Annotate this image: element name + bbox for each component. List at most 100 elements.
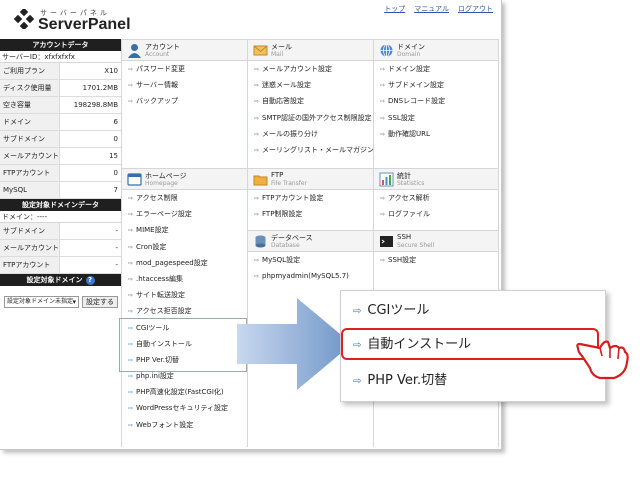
menu-item-pagespeed[interactable]: ⇨ mod_pagespeed設定 [122,255,247,271]
arrow-icon: ⇨ [254,257,260,264]
menu-item-label: 迷惑メール設定 [262,81,312,90]
menu-item-subdomain[interactable]: ⇨ サブドメイン設定 [374,77,498,93]
account-menu: ⇨ パスワード変更 ⇨ サーバー情報 ⇨ バックアップ [122,61,247,168]
domain-menu: ⇨ ドメイン設定 ⇨ サブドメイン設定 ⇨ DNSレコード設定 ⇨ SSL設定 ⇨ 動作確… [374,61,498,168]
arrow-icon: ⇨ [380,98,386,106]
zoom-item-php-version[interactable]: ⇨ PHP Ver.切替 [353,367,447,395]
category-homepage: ホームページ Homepage [122,168,247,190]
manual-link[interactable]: マニュアル [414,4,449,14]
arrow-icon: ⇨ [254,273,260,281]
category-subtitle: Statistics [397,180,425,187]
menu-item-label: FTP制限設定 [262,210,303,219]
arrow-icon: ⇨ [254,82,260,90]
menu-item-label: MySQL設定 [262,256,301,264]
menu-item-web-font[interactable]: ⇨ Webフォント設定 [122,417,247,433]
menu-item-label: サブドメイン設定 [388,81,445,90]
menu-item-htaccess[interactable]: ⇨ .htaccess編集 [122,271,247,287]
menu-item-error-page[interactable]: ⇨ エラーページ設定 [122,206,247,222]
zoom-item-cgi-tool[interactable]: ⇨ CGIツール [353,297,429,325]
menu-item-domain[interactable]: ⇨ ドメイン設定 [374,61,498,77]
folder-icon [253,175,268,186]
set-domain-button[interactable]: 設定する [82,296,118,308]
menu-item-server-info[interactable]: ⇨ サーバー情報 [122,77,247,93]
arrow-icon: ⇨ [128,195,134,202]
menu-item-mail-account[interactable]: ⇨ メールアカウント設定 [248,61,373,77]
serverpanel-logo[interactable]: サーバーパネル ServerPanel [14,6,144,36]
arrow-icon: ⇨ [254,195,260,202]
menu-item-backup[interactable]: ⇨ バックアップ [122,93,247,109]
logo-name: ServerPanel [38,16,131,33]
arrow-icon: ⇨ [128,82,134,90]
target-label: FTPアカウント [0,257,60,273]
arrow-icon: ⇨ [353,340,362,351]
menu-item-ftp-limit[interactable]: ⇨ FTP制限設定 [248,206,373,222]
menu-item-access-analysis[interactable]: ⇨ アクセス解析 [374,190,498,206]
arrow-icon: ⇨ [353,376,362,387]
category-ftp: FTP File Transfer [248,168,373,190]
database-icon [255,235,266,248]
category-domain: ドメイン Domain [374,39,498,61]
category-title: SSH [397,233,412,241]
stat-value: 0 [113,169,118,177]
database-menu: ⇨ MySQL設定 ⇨ phpmyadmin(MySQL5.7) [248,252,373,284]
menu-item-label: SMTP認証の国外アクセス制限設定 [262,113,372,122]
stat-row: 空き容量 198298.8MB [0,97,121,114]
menu-item-mime[interactable]: ⇨ MIME設定 [122,222,247,238]
menu-item-password[interactable]: ⇨ パスワード変更 [122,61,247,77]
menu-item-label: パスワード変更 [136,65,186,73]
target-domain-select[interactable]: 設定対象ドメイン未指定 [4,296,79,308]
target-label: サブドメイン [0,223,60,239]
menu-item-cron[interactable]: ⇨ Cron設定 [122,239,247,255]
menu-item-smtp[interactable]: ⇨ SMTP認証の国外アクセス制限設定 [248,110,373,126]
arrow-icon: ⇨ [380,66,386,73]
menu-item-php-fastcgi[interactable]: ⇨ PHP高速化設定(FastCGI化) [122,384,247,400]
arrow-icon: ⇨ [128,308,134,316]
menu-item-test-url[interactable]: ⇨ 動作確認URL [374,126,498,142]
menu-item-access-limit[interactable]: ⇨ アクセス制限 [122,190,247,206]
menu-item-phpmyadmin[interactable]: ⇨ phpmyadmin(MySQL5.7) [248,268,373,284]
stat-label: ご利用プラン [0,63,60,79]
menu-item-mailing-list[interactable]: ⇨ メーリングリスト・メールマガジン [248,142,375,158]
category-title: FTP [271,171,284,179]
menu-item-log-file[interactable]: ⇨ ログファイル [374,206,498,222]
stat-row: サブドメイン 0 [0,131,121,148]
menu-item-label: メーリングリスト・メールマガジン [262,145,375,154]
menu-item-mail-filter[interactable]: ⇨ メールの振り分け [248,126,373,142]
menu-item-dns[interactable]: ⇨ DNSレコード設定 [374,93,498,109]
arrow-icon: ⇨ [254,98,260,106]
top-link[interactable]: トップ [384,4,405,14]
logout-link[interactable]: ログアウト [458,4,493,14]
menu-item-label: サイト転送設定 [136,291,186,300]
stat-row: メールアカウント 15 [0,148,121,165]
menu-item-label: Cron設定 [136,242,167,251]
menu-item-label: phpmyadmin(MySQL5.7) [262,272,349,281]
arrow-icon: ⇨ [254,146,260,154]
zoom-item-auto-install[interactable]: ⇨ 自動インストール [353,331,471,359]
category-subtitle: File Transfer [271,180,308,187]
menu-item-wp-security[interactable]: ⇨ WordPressセキュリティ設定 [122,400,247,416]
ssh-menu: ⇨ SSH設定 [374,252,498,268]
menu-item-label: php.ini設定 [136,372,174,381]
arrow-icon: ⇨ [128,243,134,251]
chart-icon [379,172,394,187]
menu-item-site-forward[interactable]: ⇨ サイト転送設定 [122,287,247,303]
category-subtitle: Secure Shell [397,242,435,249]
zoom-item-label: PHP Ver.切替 [367,373,448,388]
globe-icon [380,44,393,57]
menu-item-auto-reply[interactable]: ⇨ 自動応答設定 [248,93,373,109]
menu-item-label: 動作確認URL [388,129,430,138]
stat-value: X10 [104,67,118,75]
menu-item-label: SSH設定 [388,256,417,264]
menu-item-ftp-account[interactable]: ⇨ FTPアカウント設定 [248,190,373,206]
target-domain-name: ドメイン：---- [0,211,121,223]
menu-item-mysql[interactable]: ⇨ MySQL設定 [248,252,373,268]
category-account: アカウント Account [122,39,247,61]
help-icon[interactable]: ? [85,276,95,285]
set-domain-title: 設定対象ドメイン? [0,274,121,286]
category-ssh: SSH Secure Shell [374,230,498,252]
menu-item-ssh[interactable]: ⇨ SSH設定 [374,252,498,268]
menu-item-ssl[interactable]: ⇨ SSL設定 [374,110,498,126]
zoom-callout: ⇨ CGIツール ⇨ 自動インストール ⇨ PHP Ver.切替 [340,290,606,402]
menu-item-spam[interactable]: ⇨ 迷惑メール設定 [248,77,373,93]
stat-label: サブドメイン [0,131,60,147]
